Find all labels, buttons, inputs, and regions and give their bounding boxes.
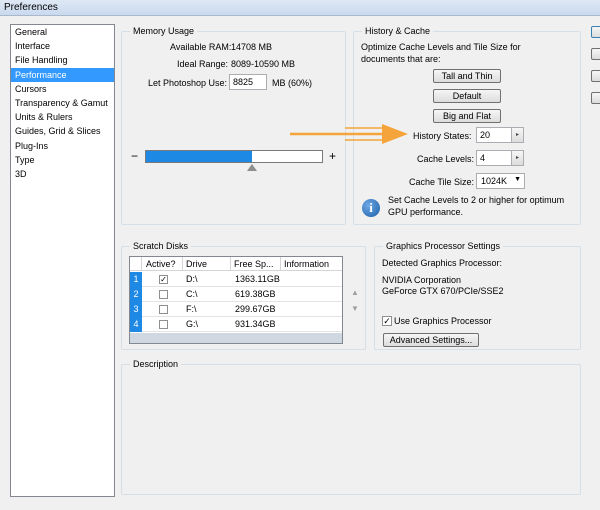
use-gpu-checkbox[interactable]: ✓ bbox=[382, 316, 392, 326]
sidebar-item-3d[interactable]: 3D bbox=[11, 167, 114, 181]
annotation-arrow-icon bbox=[290, 124, 408, 144]
default-button[interactable]: Default bbox=[433, 89, 501, 103]
column-header-free-space[interactable]: Free Sp... bbox=[231, 257, 281, 271]
prev-button[interactable] bbox=[591, 70, 600, 82]
active-checkbox[interactable] bbox=[159, 305, 168, 314]
big-and-flat-button[interactable]: Big and Flat bbox=[433, 109, 501, 123]
free-space-cell: 1363.11GB bbox=[235, 274, 280, 284]
history-states-label: History States: bbox=[413, 131, 472, 141]
ideal-range-label: Ideal Range: bbox=[177, 59, 229, 69]
title-bar: Preferences bbox=[0, 0, 600, 16]
row-index: 2 bbox=[130, 287, 142, 302]
sidebar-item-transparency[interactable]: Transparency & Gamut bbox=[11, 96, 114, 110]
scratch-disks-table: Active? Drive Free Sp... Information 1 ✓… bbox=[129, 256, 343, 344]
cache-levels-field[interactable]: 4 ▸ bbox=[476, 150, 524, 166]
memory-slider[interactable] bbox=[145, 150, 323, 163]
drive-cell: F:\ bbox=[186, 304, 197, 314]
sidebar-item-guides-grid[interactable]: Guides, Grid & Slices bbox=[11, 124, 114, 138]
graphics-processor-title: Graphics Processor Settings bbox=[383, 240, 504, 252]
next-button[interactable] bbox=[591, 92, 600, 104]
column-header-information[interactable]: Information bbox=[281, 257, 342, 271]
available-ram-label: Available RAM: bbox=[170, 42, 232, 52]
info-icon: i bbox=[362, 199, 380, 217]
sidebar-item-file-handling[interactable]: File Handling bbox=[11, 53, 114, 67]
move-down-icon[interactable]: ▼ bbox=[351, 304, 359, 313]
table-row[interactable]: 2 C:\ 619.38GB bbox=[130, 287, 342, 302]
detected-gpu-label: Detected Graphics Processor: bbox=[382, 258, 503, 268]
sidebar-item-interface[interactable]: Interface bbox=[11, 39, 114, 53]
sidebar-item-performance[interactable]: Performance bbox=[11, 67, 114, 82]
tall-and-thin-button[interactable]: Tall and Thin bbox=[433, 69, 501, 83]
sidebar-item-cursors[interactable]: Cursors bbox=[11, 82, 114, 96]
free-space-cell: 931.34GB bbox=[235, 319, 276, 329]
use-gpu-label[interactable]: Use Graphics Processor bbox=[394, 315, 492, 327]
row-index: 3 bbox=[130, 302, 142, 317]
sidebar-item-general[interactable]: General bbox=[11, 25, 114, 39]
let-photoshop-use-label: Let Photoshop Use: bbox=[148, 78, 228, 88]
active-checkbox[interactable]: ✓ bbox=[159, 275, 168, 284]
row-index: 4 bbox=[130, 317, 142, 332]
active-checkbox[interactable] bbox=[159, 290, 168, 299]
table-row[interactable]: 3 F:\ 299.67GB bbox=[130, 302, 342, 317]
available-ram-value: 14708 MB bbox=[231, 42, 273, 52]
increase-memory-icon[interactable]: + bbox=[329, 150, 336, 162]
advanced-settings-button[interactable]: Advanced Settings... bbox=[383, 333, 479, 347]
history-states-spin-icon[interactable]: ▸ bbox=[511, 128, 523, 142]
ok-button[interactable] bbox=[591, 26, 600, 38]
cache-levels-spin-icon[interactable]: ▸ bbox=[511, 151, 523, 165]
description-title: Description bbox=[130, 358, 182, 370]
horizontal-scrollbar[interactable] bbox=[130, 333, 342, 343]
cache-optimize-description: Optimize Cache Levels and Tile Size for … bbox=[361, 42, 521, 64]
free-space-cell: 299.67GB bbox=[235, 304, 276, 314]
cache-tile-size-value: 1024K bbox=[481, 176, 508, 186]
chevron-down-icon: ▼ bbox=[514, 176, 521, 183]
row-index: 1 bbox=[130, 272, 142, 287]
cancel-button[interactable] bbox=[591, 48, 600, 60]
column-header-active[interactable]: Active? bbox=[143, 257, 183, 271]
table-row[interactable]: 4 G:\ 931.34GB bbox=[130, 317, 342, 332]
window-title: Preferences bbox=[4, 2, 58, 13]
drive-cell: D:\ bbox=[186, 274, 198, 284]
history-cache-title: History & Cache bbox=[362, 25, 434, 37]
free-space-cell: 619.38GB bbox=[235, 289, 276, 299]
gpu-model: GeForce GTX 670/PCIe/SSE2 bbox=[382, 286, 504, 296]
cache-levels-label: Cache Levels: bbox=[417, 154, 475, 164]
cache-levels-value: 4 bbox=[480, 153, 486, 163]
table-row[interactable]: 1 ✓ D:\ 1363.11GB bbox=[130, 272, 342, 287]
sidebar-item-plug-ins[interactable]: Plug-Ins bbox=[11, 139, 114, 153]
preferences-sidebar: General Interface File Handling Performa… bbox=[10, 24, 115, 497]
history-states-value: 20 bbox=[480, 130, 491, 140]
scratch-table-header: Active? Drive Free Sp... Information bbox=[130, 257, 342, 271]
memory-usage-title: Memory Usage bbox=[130, 25, 198, 37]
drive-cell: C:\ bbox=[186, 289, 198, 299]
gpu-cache-note: Set Cache Levels to 2 or higher for opti… bbox=[388, 195, 565, 217]
history-states-field[interactable]: 20 ▸ bbox=[476, 127, 524, 143]
scratch-disks-title: Scratch Disks bbox=[130, 240, 192, 252]
active-checkbox[interactable] bbox=[159, 320, 168, 329]
memory-unit-label: MB (60%) bbox=[272, 78, 313, 88]
column-header-drive[interactable]: Drive bbox=[183, 257, 231, 271]
cache-tile-size-select[interactable]: 1024K ▼ bbox=[476, 173, 525, 189]
sidebar-item-type[interactable]: Type bbox=[11, 153, 114, 167]
move-up-icon[interactable]: ▲ bbox=[351, 288, 359, 297]
decrease-memory-icon[interactable]: − bbox=[131, 150, 138, 162]
memory-amount-input[interactable]: 8825 bbox=[229, 74, 267, 90]
drive-cell: G:\ bbox=[186, 319, 199, 329]
cache-tile-size-label: Cache Tile Size: bbox=[409, 177, 475, 187]
memory-slider-thumb[interactable] bbox=[247, 164, 257, 171]
sidebar-item-units-rulers[interactable]: Units & Rulers bbox=[11, 110, 114, 124]
ideal-range-value: 8089-10590 MB bbox=[231, 59, 296, 69]
header-index-cell bbox=[130, 257, 142, 271]
description-group: Description bbox=[121, 358, 581, 495]
memory-slider-fill bbox=[146, 151, 252, 162]
